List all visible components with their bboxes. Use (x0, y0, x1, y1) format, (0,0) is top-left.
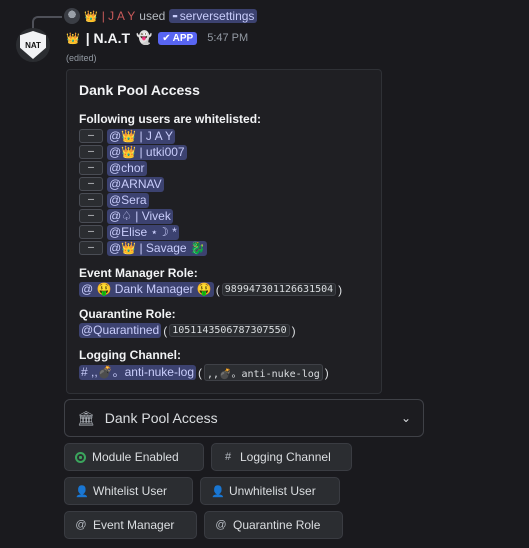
channel-mention[interactable]: # ,,💣。anti-nuke-log (79, 365, 196, 380)
list-item: – @♤ | Vivek (79, 208, 369, 224)
add-user-icon: 👤 (75, 485, 89, 498)
select-value: Dank Pool Access (104, 410, 218, 426)
button-label: Module Enabled (92, 450, 179, 464)
at-icon: @ (215, 519, 227, 531)
reply-author[interactable]: | J A Y (102, 9, 136, 23)
whitelist-title: Following users are whitelisted: (79, 112, 262, 126)
user-mention[interactable]: @♤ | Vivek (107, 208, 173, 224)
crown-icon: 👑 (66, 32, 80, 45)
at-icon: @ (75, 519, 87, 531)
hashtag-icon: # (224, 451, 232, 463)
remove-user-icon: 👤 (211, 485, 225, 498)
logging-title: Logging Channel: (79, 348, 181, 362)
toggle-on-icon (75, 451, 86, 463)
dash-code: – (79, 225, 103, 239)
module-enabled-button[interactable]: Module Enabled (64, 443, 204, 471)
app-badge-label: APP (172, 32, 194, 44)
role-mention[interactable]: @ 🤑 Dank Manager 🤑 (79, 282, 214, 297)
message-timestamp[interactable]: 5:47 PM (207, 32, 248, 44)
reply-used-text: used (139, 9, 166, 23)
quarantine-title: Quarantine Role: (79, 307, 176, 321)
whitelist-field: Following users are whitelisted: – @👑 | J… (79, 112, 369, 256)
message-header: 👑 | N.A.T 👻 ✔ APP 5:47 PM (66, 28, 248, 48)
dash-code: – (79, 241, 103, 255)
list-item: – @ARNAV (79, 176, 369, 192)
check-icon: ✔ (162, 32, 171, 44)
quarantine-field: Quarantine Role: @Quarantined ( 10511435… (79, 307, 369, 338)
user-mention[interactable]: @Sera (107, 192, 149, 208)
event-manager-title: Event Manager Role: (79, 266, 198, 280)
dash-code: – (79, 161, 103, 175)
user-mention[interactable]: @👑 | Savage 🐉 (107, 240, 207, 256)
role-mention[interactable]: @Quarantined (79, 323, 162, 338)
channel-code: ,,💣。anti-nuke-log (204, 364, 323, 381)
author-avatar[interactable]: NAT (16, 28, 50, 62)
dash-code: – (79, 209, 103, 223)
button-label: Unwhitelist User (229, 484, 316, 498)
user-mention[interactable]: @Elise ⋆☽ * (107, 224, 179, 240)
quarantine-role-button[interactable]: @ Quarantine Role (204, 511, 343, 539)
user-mention[interactable]: @ARNAV (107, 176, 164, 192)
apps-grid-icon: ▪▪ (172, 11, 177, 21)
embed-card: Dank Pool Access Following users are whi… (66, 69, 382, 394)
command-name: serversettings (179, 9, 255, 23)
dash-code: – (79, 177, 103, 191)
list-item: – @Sera (79, 192, 369, 208)
user-mention[interactable]: @chor (107, 160, 147, 176)
open-paren: ( (215, 282, 220, 297)
slash-command-chip[interactable]: ▪▪ serversettings (169, 9, 258, 23)
crown-icon: 👑 (84, 10, 98, 23)
bank-icon: 🏛 (77, 409, 95, 426)
avatar-text: NAT (25, 40, 41, 50)
close-paren: ) (324, 365, 329, 380)
logging-field: Logging Channel: # ,,💣。anti-nuke-log ( ,… (79, 348, 369, 381)
button-label: Logging Channel (240, 450, 331, 464)
dash-code: – (79, 193, 103, 207)
app-badge: ✔ APP (158, 31, 198, 45)
logging-channel-button[interactable]: # Logging Channel (211, 443, 352, 471)
ghost-icon: 👻 (136, 30, 153, 45)
list-item: – @👑 | J A Y (79, 128, 369, 144)
event-manager-field: Event Manager Role: @ 🤑 Dank Manager 🤑 (… (79, 266, 369, 297)
reply-avatar[interactable] (64, 8, 80, 24)
dash-code: – (79, 145, 103, 159)
whitelist-user-button[interactable]: 👤 Whitelist User (64, 477, 193, 505)
event-manager-button[interactable]: @ Event Manager (64, 511, 197, 539)
open-paren: ( (163, 323, 168, 338)
user-mention[interactable]: @👑 | utki007 (107, 144, 187, 160)
button-label: Event Manager (93, 518, 175, 532)
list-item: – @Elise ⋆☽ * (79, 224, 369, 240)
nat-shield-icon: NAT (20, 31, 46, 59)
unwhitelist-user-button[interactable]: 👤 Unwhitelist User (200, 477, 340, 505)
user-mention[interactable]: @👑 | J A Y (107, 128, 176, 144)
reply-preview[interactable]: 👑 | J A Y used ▪▪ serversettings (64, 8, 258, 24)
close-paren: ) (291, 323, 296, 338)
role-id: 1051143506787307550 (169, 324, 290, 337)
edited-label: (edited) (66, 53, 97, 63)
button-label: Whitelist User (93, 484, 168, 498)
dash-code: – (79, 129, 103, 143)
list-item: – @👑 | utki007 (79, 144, 369, 160)
list-item: – @👑 | Savage 🐉 (79, 240, 369, 256)
section-select[interactable]: 🏛 Dank Pool Access ⌄ (64, 399, 424, 437)
author-name[interactable]: | N.A.T (86, 30, 130, 46)
list-item: – @chor (79, 160, 369, 176)
open-paren: ( (198, 365, 202, 380)
button-label: Quarantine Role (233, 518, 321, 532)
chevron-down-icon: ⌄ (400, 411, 411, 425)
embed-title: Dank Pool Access (79, 82, 200, 98)
close-paren: ) (338, 282, 343, 297)
role-id: 989947301126631504 (221, 283, 337, 296)
